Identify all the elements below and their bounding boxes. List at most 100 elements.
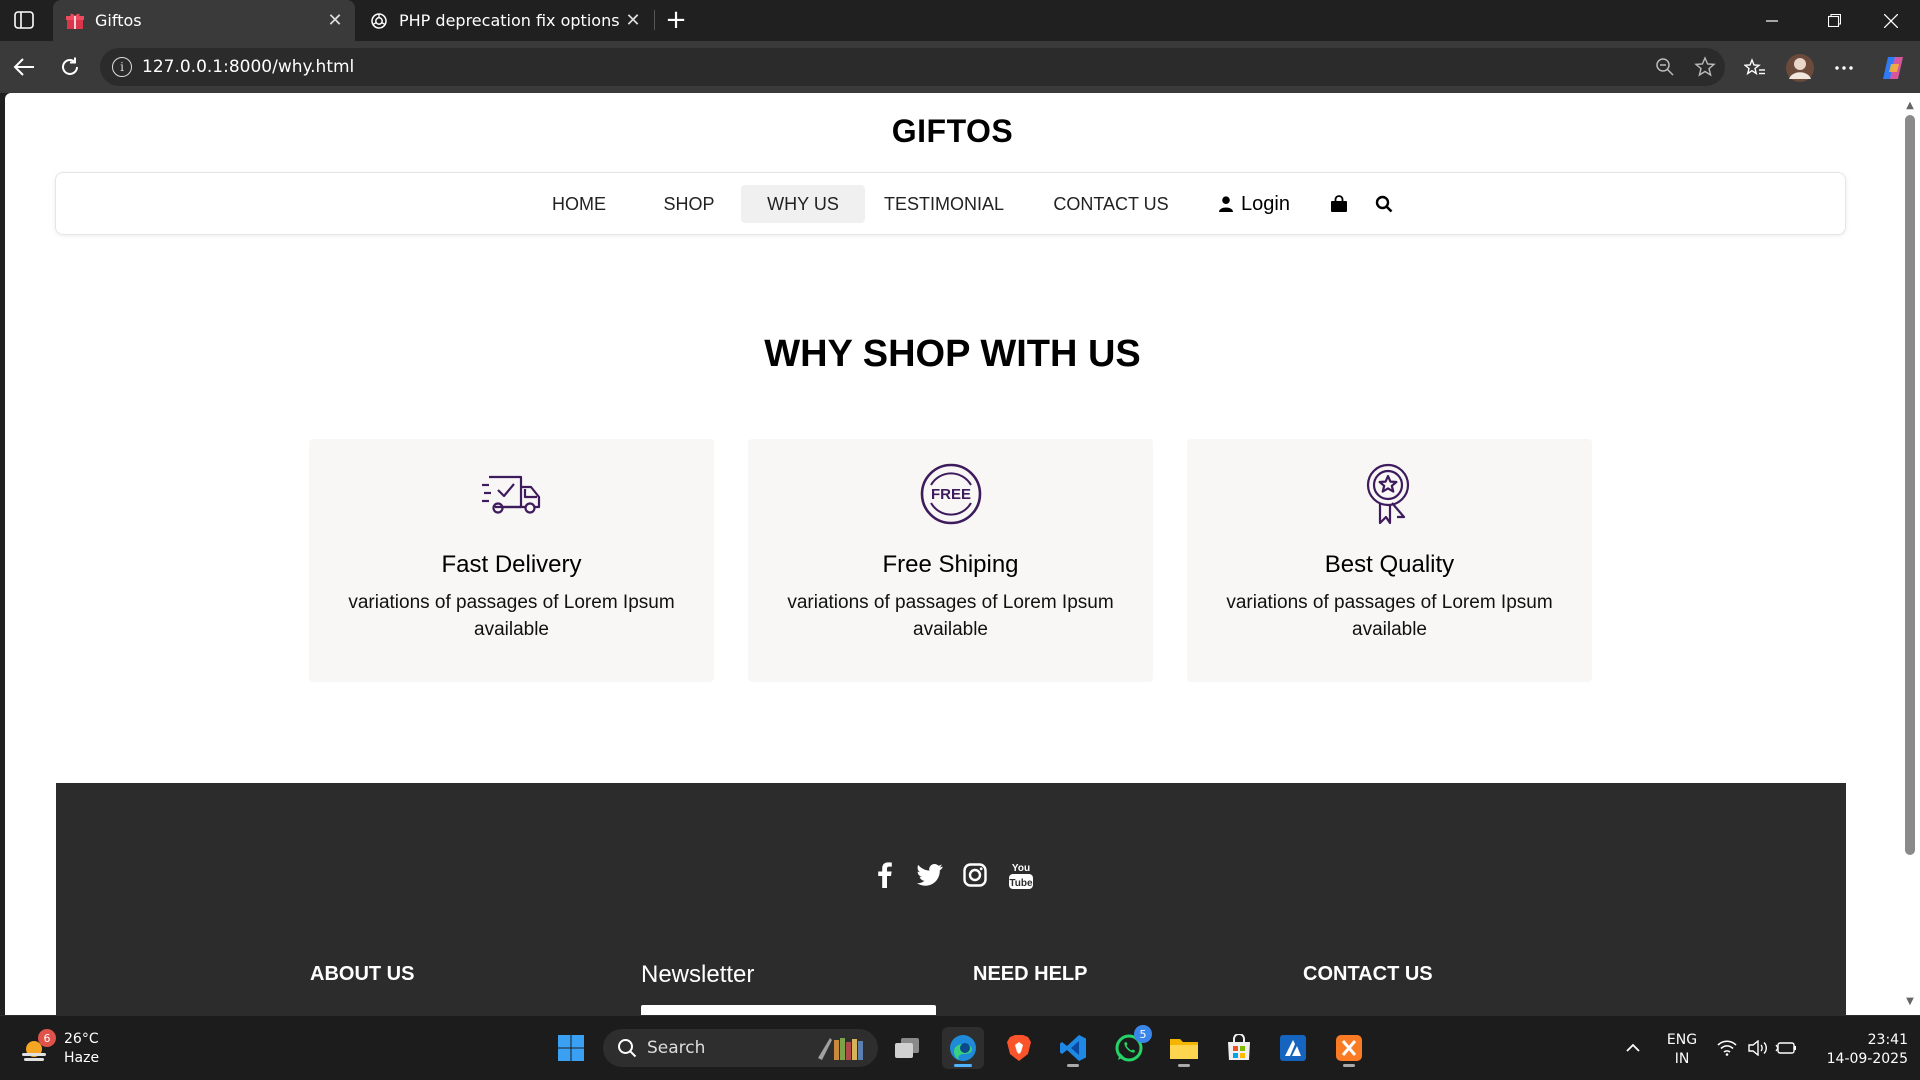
weather-widget[interactable]: 6 26°C Haze [20, 1029, 100, 1068]
taskbar-search-box[interactable]: Search [603, 1029, 878, 1067]
sun-haze-icon: 6 [20, 1029, 56, 1065]
url-text[interactable]: 127.0.0.1:8000/why.html [142, 57, 1645, 77]
shopping-bag-icon[interactable] [1327, 192, 1351, 216]
url-bar[interactable]: i 127.0.0.1:8000/why.html [100, 48, 1725, 86]
footer-help-heading: NEED HELP [973, 963, 1088, 985]
active-app-indicator [954, 1064, 972, 1067]
running-app-indicator [1178, 1064, 1190, 1067]
tab-title: PHP deprecation fix options [399, 11, 620, 30]
windows-start-icon[interactable] [550, 1027, 592, 1069]
card-text: variations of passages of Lorem Ipsum av… [348, 592, 675, 640]
newsletter-email-input[interactable] [641, 1005, 936, 1015]
footer-about-heading: ABOUT US [310, 963, 415, 985]
language-line2: IN [1674, 1051, 1690, 1067]
instagram-icon[interactable] [961, 859, 989, 891]
more-options-icon[interactable] [1827, 51, 1861, 85]
scroll-thumb[interactable] [1905, 115, 1915, 855]
tab-php-deprecation[interactable]: PHP deprecation fix options ✕ [357, 0, 653, 41]
weather-temp: 26°C [64, 1031, 99, 1047]
windows-taskbar: 6 26°C Haze Search 5 ENG IN 23:41 14-09-… [0, 1015, 1920, 1080]
new-tab-plus-icon[interactable]: + [663, 7, 689, 33]
scroll-up-arrow-icon[interactable]: ▲ [1904, 99, 1916, 111]
window-close-icon[interactable] [1862, 0, 1920, 41]
volume-icon[interactable] [1747, 1038, 1769, 1058]
login-link[interactable]: Login [1219, 185, 1290, 223]
nav-testimonial[interactable]: TESTIMONIAL [879, 185, 1009, 223]
copilot-icon[interactable] [1876, 51, 1910, 85]
task-view-icon[interactable] [886, 1027, 928, 1069]
nav-contact-us[interactable]: CONTACT US [1043, 185, 1179, 223]
file-explorer-icon[interactable] [1163, 1027, 1205, 1069]
login-label: Login [1241, 192, 1290, 215]
site-footer: You Tube ABOUT US Newsletter NEED HELP C… [56, 783, 1846, 1015]
scroll-down-arrow-icon[interactable]: ▼ [1904, 995, 1916, 1007]
card-title: Fast Delivery [441, 551, 582, 578]
weather-badge: 6 [38, 1029, 56, 1047]
edge-browser-icon[interactable] [942, 1027, 984, 1069]
youtube-icon[interactable]: You Tube [1007, 859, 1035, 891]
page-scrollbar[interactable]: ▲ ▼ [1900, 93, 1920, 1015]
language-indicator[interactable]: ENG IN [1662, 1031, 1702, 1069]
user-icon [1219, 196, 1233, 212]
gift-icon [65, 11, 85, 31]
site-brand-logo[interactable]: GIFTOS [5, 113, 1900, 150]
battery-icon[interactable] [1775, 1038, 1797, 1058]
close-icon[interactable]: ✕ [323, 9, 347, 33]
card-title: Best Quality [1324, 551, 1455, 578]
sidebar-toggle-icon[interactable] [12, 9, 36, 31]
running-app-indicator [1343, 1064, 1355, 1067]
search-highlight-books-icon [818, 1038, 863, 1060]
back-arrow-icon[interactable] [8, 51, 40, 83]
clock-time: 23:41 [1867, 1032, 1908, 1048]
card-text: variations of passages of Lorem Ipsum av… [787, 592, 1114, 640]
tab-giftos[interactable]: Giftos ✕ [53, 0, 355, 41]
search-icon[interactable] [1372, 192, 1396, 216]
reload-icon[interactable] [54, 51, 86, 83]
language-line1: ENG [1666, 1032, 1698, 1048]
free-badge-icon: FREE [920, 463, 982, 525]
microsoft-store-icon[interactable] [1218, 1027, 1260, 1069]
clock[interactable]: 23:41 14-09-2025 [1812, 1031, 1908, 1069]
clock-date: 14-09-2025 [1826, 1051, 1908, 1067]
page-viewport: GIFTOS HOME SHOP WHY US TESTIMONIAL CONT… [5, 93, 1900, 1015]
profile-avatar-icon[interactable] [1783, 51, 1817, 85]
twitter-icon[interactable] [916, 859, 944, 891]
nav-home[interactable]: HOME [531, 185, 627, 223]
browser-tab-bar: Giftos ✕ PHP deprecation fix options ✕ + [0, 0, 1920, 41]
vscode-icon[interactable] [1052, 1027, 1094, 1069]
running-app-indicator [1067, 1064, 1079, 1067]
openai-icon [369, 11, 389, 31]
close-icon[interactable]: ✕ [621, 9, 645, 33]
footer-contact-heading: CONTACT US [1303, 963, 1433, 985]
minimize-icon[interactable] [1743, 0, 1801, 41]
wifi-icon[interactable] [1716, 1038, 1738, 1058]
delivery-truck-icon [481, 463, 543, 525]
whatsapp-icon[interactable]: 5 [1108, 1025, 1152, 1069]
nav-why-us[interactable]: WHY US [741, 185, 865, 223]
quality-award-icon [1359, 463, 1421, 525]
tab-separator [654, 10, 655, 30]
footer-newsletter-heading: Newsletter [641, 961, 755, 988]
main-navbar: HOME SHOP WHY US TESTIMONIAL CONTACT US … [55, 172, 1846, 235]
facebook-icon[interactable] [871, 859, 899, 891]
search-icon [618, 1039, 637, 1058]
xampp-icon[interactable] [1328, 1027, 1370, 1069]
search-label: Search [647, 1038, 706, 1058]
section-title: WHY SHOP WITH US [764, 333, 1141, 375]
brave-browser-icon[interactable] [998, 1027, 1040, 1069]
favorites-list-icon[interactable] [1738, 51, 1772, 85]
show-hidden-icons-chevron-icon[interactable] [1622, 1038, 1644, 1058]
favorite-star-icon[interactable] [1685, 48, 1725, 86]
feature-card-fast-delivery: Fast Delivery variations of passages of … [309, 439, 714, 682]
restore-icon[interactable] [1805, 0, 1863, 41]
zoom-out-icon[interactable] [1645, 48, 1685, 86]
weather-condition: Haze [64, 1050, 100, 1066]
free-badge-text: FREE [931, 486, 971, 503]
youtube-text-top: You [1012, 863, 1030, 874]
address-bar-row: i 127.0.0.1:8000/why.html [0, 41, 1920, 93]
nav-shop[interactable]: SHOP [649, 185, 729, 223]
feature-card-best-quality: Best Quality variations of passages of L… [1187, 439, 1592, 682]
site-info-icon[interactable]: i [112, 57, 132, 77]
youtube-text-bottom: Tube [1009, 878, 1033, 889]
azure-data-studio-icon[interactable] [1272, 1027, 1314, 1069]
